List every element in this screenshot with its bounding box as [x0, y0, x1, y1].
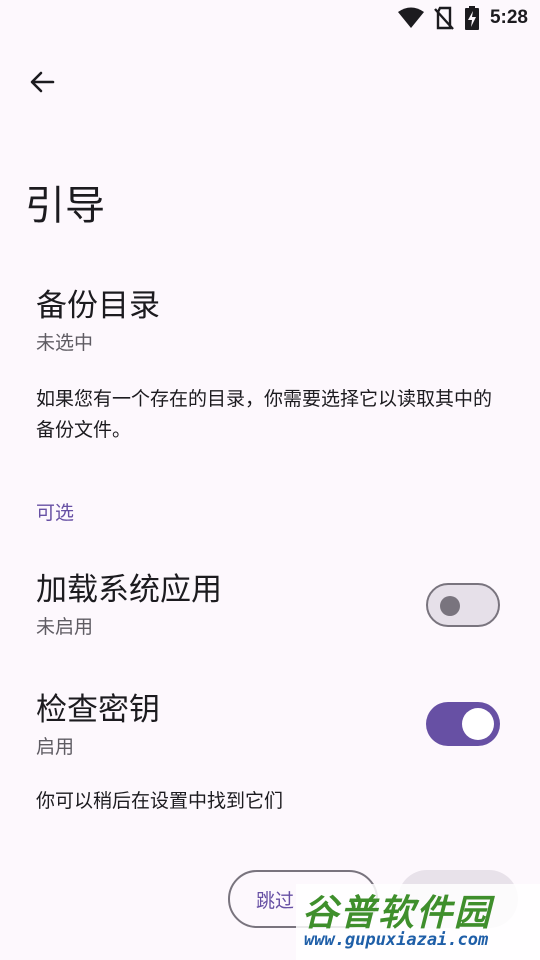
load-system-apps-switch[interactable] [426, 583, 500, 627]
arrow-back-icon [30, 71, 55, 93]
backup-directory-title: 备份目录 [36, 288, 160, 324]
settings-hint: 你可以稍后在设置中找到它们 [36, 790, 284, 812]
backup-directory-description: 如果您有一个存在的目录，你需要选择它以读取其中的备份文件。 [36, 388, 493, 441]
check-keys-switch[interactable] [426, 702, 500, 746]
switch-knob [440, 596, 460, 616]
back-button[interactable] [24, 64, 60, 100]
page-title: 引导 [25, 183, 105, 229]
switch-knob [462, 708, 494, 740]
wifi-icon [397, 7, 424, 28]
battery-charging-icon [464, 6, 479, 30]
status-icons: 5:28 [397, 6, 528, 30]
optional-category-label: 可选 [36, 502, 75, 524]
watermark-brand: 谷普软件园 [302, 893, 493, 934]
backup-directory-status: 未选中 [36, 332, 94, 354]
backup-directory-item[interactable]: 备份目录 未选中 [36, 286, 516, 356]
status-time: 5:28 [489, 7, 528, 28]
no-sim-icon [434, 6, 454, 30]
status-bar: 5:28 [0, 0, 540, 36]
watermark: 谷普软件园 www.gupuxiazai.com [296, 884, 540, 960]
watermark-url: www.gupuxiazai.com [304, 930, 489, 950]
skip-button-label: 跳过 [255, 889, 294, 912]
